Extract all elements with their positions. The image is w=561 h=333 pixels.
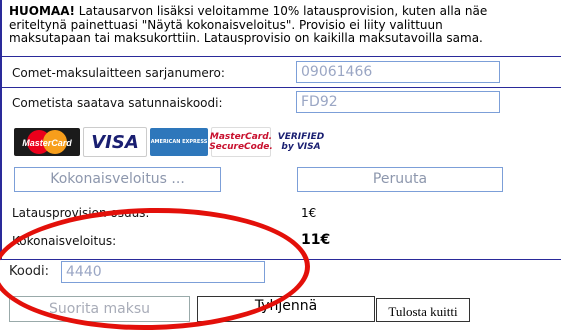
- total-button[interactable]: Kokonaisveloitus ...: [14, 167, 221, 192]
- mastercard-securecode-logo: MasterCard. SecureCode.: [209, 127, 273, 157]
- random-code-label: Cometista saatava satunnaiskoodi:: [12, 96, 223, 110]
- random-code-input[interactable]: FD92: [296, 91, 500, 113]
- notice-text: HUOMAA! Latausarvon lisäksi veloitamme 1…: [9, 4, 561, 46]
- total-value: 11€: [301, 232, 331, 248]
- mastercard-logo: MasterCard: [14, 128, 80, 156]
- notice-body: Latausarvon lisäksi veloitamme 10% latau…: [9, 4, 488, 45]
- amex-logo: AMERICAN EXPRESS: [150, 128, 208, 156]
- payment-card-logos: MasterCard VISA AMERICAN EXPRESS MasterC…: [14, 126, 328, 158]
- clear-button[interactable]: Tyhjennä: [197, 296, 375, 322]
- verified-by-visa-logo: VERIFIED by VISA: [274, 128, 328, 156]
- serial-label: Comet-maksulaitteen sarjanumero:: [12, 66, 225, 80]
- total-label: Kokonaisveloitus:: [12, 234, 117, 248]
- mastercard-text: MasterCard: [22, 138, 72, 148]
- divider: [2, 87, 561, 88]
- divider: [0, 259, 561, 260]
- code-input[interactable]: 4440: [61, 261, 265, 283]
- pay-button[interactable]: Suorita maksu: [9, 296, 190, 322]
- serial-input[interactable]: 09061466: [296, 61, 500, 83]
- commission-label: Latausprovision osuus:: [12, 206, 150, 220]
- commission-value: 1€: [301, 206, 317, 220]
- visa-logo: VISA: [83, 127, 147, 157]
- code-label: Koodi:: [9, 264, 50, 279]
- cancel-button[interactable]: Peruuta: [297, 167, 503, 192]
- notice-bold: HUOMAA!: [9, 4, 75, 18]
- divider: [2, 56, 561, 57]
- mastercard-icon: MasterCard: [22, 130, 72, 154]
- print-receipt-button[interactable]: Tulosta kuitti: [376, 298, 470, 322]
